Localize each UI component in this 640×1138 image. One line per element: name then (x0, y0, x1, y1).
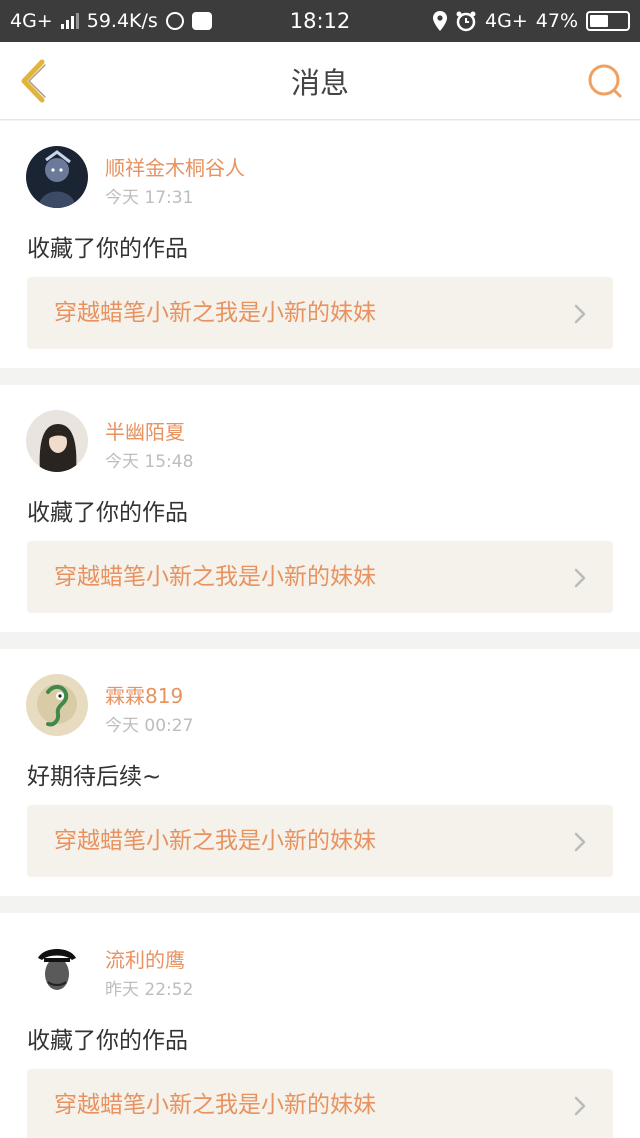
message-time: 今天 15:48 (105, 452, 194, 472)
avatar-man-cap[interactable] (26, 938, 88, 1000)
nav-bar: 消息 (0, 42, 640, 120)
battery-percent: 47% (535, 10, 578, 32)
work-link[interactable]: 穿越蜡笔小新之我是小新的妹妹 (27, 277, 613, 349)
signal-icon (60, 13, 79, 29)
status-time: 18:12 (289, 9, 351, 33)
message-time: 今天 00:27 (105, 716, 194, 736)
username[interactable]: 半幽陌夏 (105, 416, 185, 445)
work-link[interactable]: 穿越蜡笔小新之我是小新的妹妹 (27, 1069, 613, 1138)
work-link[interactable]: 穿越蜡笔小新之我是小新的妹妹 (27, 541, 613, 613)
network-indicator-right: 4G+ (485, 10, 528, 32)
work-link[interactable]: 穿越蜡笔小新之我是小新的妹妹 (27, 805, 613, 877)
message-card: 顺祥金木桐谷人 今天 17:31 收藏了你的作品 穿越蜡笔小新之我是小新的妹妹 (0, 121, 640, 368)
status-bar-right: 4G+ 47% (433, 0, 630, 42)
search-icon[interactable] (586, 62, 624, 100)
chevron-right-icon (574, 568, 586, 588)
network-indicator: 4G+ (10, 10, 53, 32)
chevron-right-icon (574, 304, 586, 324)
avatar-girl-portrait[interactable] (26, 410, 88, 472)
message-text: 好期待后续~ (27, 764, 162, 790)
back-arrow-icon[interactable] (14, 58, 54, 104)
status-bar: 4G+ 59.4K/s 18:12 4G+ 47% (0, 0, 640, 42)
message-text: 收藏了你的作品 (27, 500, 188, 526)
message-feed: 顺祥金木桐谷人 今天 17:31 收藏了你的作品 穿越蜡笔小新之我是小新的妹妹 … (0, 121, 640, 1138)
message-card: 霖霖819 今天 00:27 好期待后续~ 穿越蜡笔小新之我是小新的妹妹 (0, 649, 640, 896)
message-card: 流利的鹰 昨天 22:52 收藏了你的作品 穿越蜡笔小新之我是小新的妹妹 (0, 913, 640, 1138)
status-bar-left: 4G+ 59.4K/s (10, 0, 212, 42)
network-speed: 59.4K/s (86, 10, 158, 32)
page-title: 消息 (290, 66, 349, 100)
location-icon (433, 11, 448, 31)
chevron-right-icon (574, 832, 586, 852)
message-text: 收藏了你的作品 (27, 1028, 188, 1054)
username[interactable]: 顺祥金木桐谷人 (105, 152, 245, 181)
alarm-icon (456, 11, 476, 32)
avatar-green-cartoon[interactable] (26, 674, 88, 736)
avatar-anime-character[interactable] (26, 146, 88, 208)
battery-icon (586, 11, 630, 31)
shopping-bag-icon (191, 12, 212, 30)
message-text: 收藏了你的作品 (27, 236, 188, 262)
message-card: 半幽陌夏 今天 15:48 收藏了你的作品 穿越蜡笔小新之我是小新的妹妹 (0, 385, 640, 632)
work-title: 穿越蜡笔小新之我是小新的妹妹 (54, 1092, 376, 1118)
work-title: 穿越蜡笔小新之我是小新的妹妹 (54, 828, 376, 854)
username[interactable]: 霖霖819 (105, 680, 183, 709)
chevron-right-icon (574, 1096, 586, 1116)
message-time: 今天 17:31 (105, 188, 194, 208)
username[interactable]: 流利的鹰 (105, 944, 185, 973)
message-time: 昨天 22:52 (105, 980, 194, 1000)
work-title: 穿越蜡笔小新之我是小新的妹妹 (54, 300, 376, 326)
app-notification-icon (165, 12, 184, 30)
work-title: 穿越蜡笔小新之我是小新的妹妹 (54, 564, 376, 590)
